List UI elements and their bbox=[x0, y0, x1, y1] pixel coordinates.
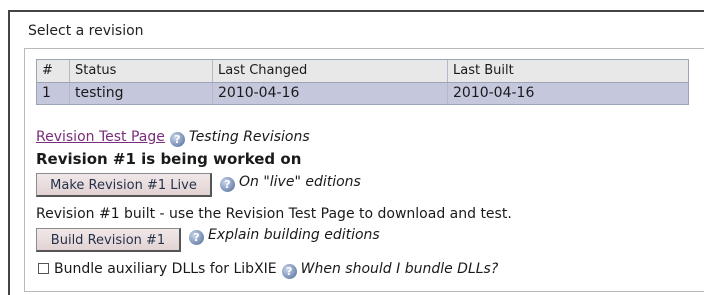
header-status[interactable]: Status bbox=[70, 60, 213, 82]
building-editions-help-text: Explain building editions bbox=[208, 227, 380, 243]
revision-panel: Select a revision # Status Last Changed … bbox=[8, 10, 704, 295]
make-revision-live-button[interactable]: Make Revision #1 Live bbox=[36, 173, 212, 197]
bundle-dlls-label[interactable]: Bundle auxiliary DLLs for LibXIE bbox=[54, 261, 277, 277]
make-live-help: ? On "live" editions bbox=[215, 174, 361, 192]
revision-box: # Status Last Changed Last Built 1 testi… bbox=[24, 48, 704, 292]
header-last-built[interactable]: Last Built bbox=[448, 60, 688, 82]
bundle-dlls-checkbox[interactable] bbox=[38, 263, 49, 274]
cell-number: 1 bbox=[37, 83, 70, 104]
live-editions-help-text: On "live" editions bbox=[239, 174, 361, 190]
table-header: # Status Last Changed Last Built bbox=[37, 60, 688, 82]
cell-last-built: 2010-04-16 bbox=[453, 85, 535, 101]
help-icon[interactable]: ? bbox=[189, 230, 204, 245]
section-title: Select a revision bbox=[28, 23, 144, 39]
cell-status: testing bbox=[70, 83, 213, 104]
help-icon[interactable]: ? bbox=[281, 264, 297, 279]
header-number[interactable]: # bbox=[37, 60, 70, 82]
bundle-dlls-help-text: When should I bundle DLLs? bbox=[300, 261, 499, 277]
build-message: Revision #1 built - use the Revision Tes… bbox=[36, 206, 512, 222]
build-revision-button[interactable]: Build Revision #1 bbox=[36, 228, 181, 252]
revision-test-page-link[interactable]: Revision Test Page bbox=[36, 129, 165, 145]
cell-last-changed: 2010-04-16 bbox=[213, 83, 448, 104]
revisions-table: # Status Last Changed Last Built 1 testi… bbox=[36, 59, 689, 105]
header-last-changed[interactable]: Last Changed bbox=[213, 60, 448, 82]
table-row[interactable]: 1 testing 2010-04-16 2010-04-16 bbox=[37, 82, 688, 104]
test-page-line: Revision Test Page? Testing Revisions bbox=[36, 129, 310, 147]
status-message: Revision #1 is being worked on bbox=[36, 150, 302, 168]
help-icon[interactable]: ? bbox=[220, 177, 235, 192]
testing-revisions-help-text: Testing Revisions bbox=[188, 129, 310, 145]
bundle-line: Bundle auxiliary DLLs for LibXIE? When sh… bbox=[38, 261, 498, 279]
help-icon[interactable]: ? bbox=[169, 132, 185, 147]
build-help: ? Explain building editions bbox=[184, 227, 380, 245]
